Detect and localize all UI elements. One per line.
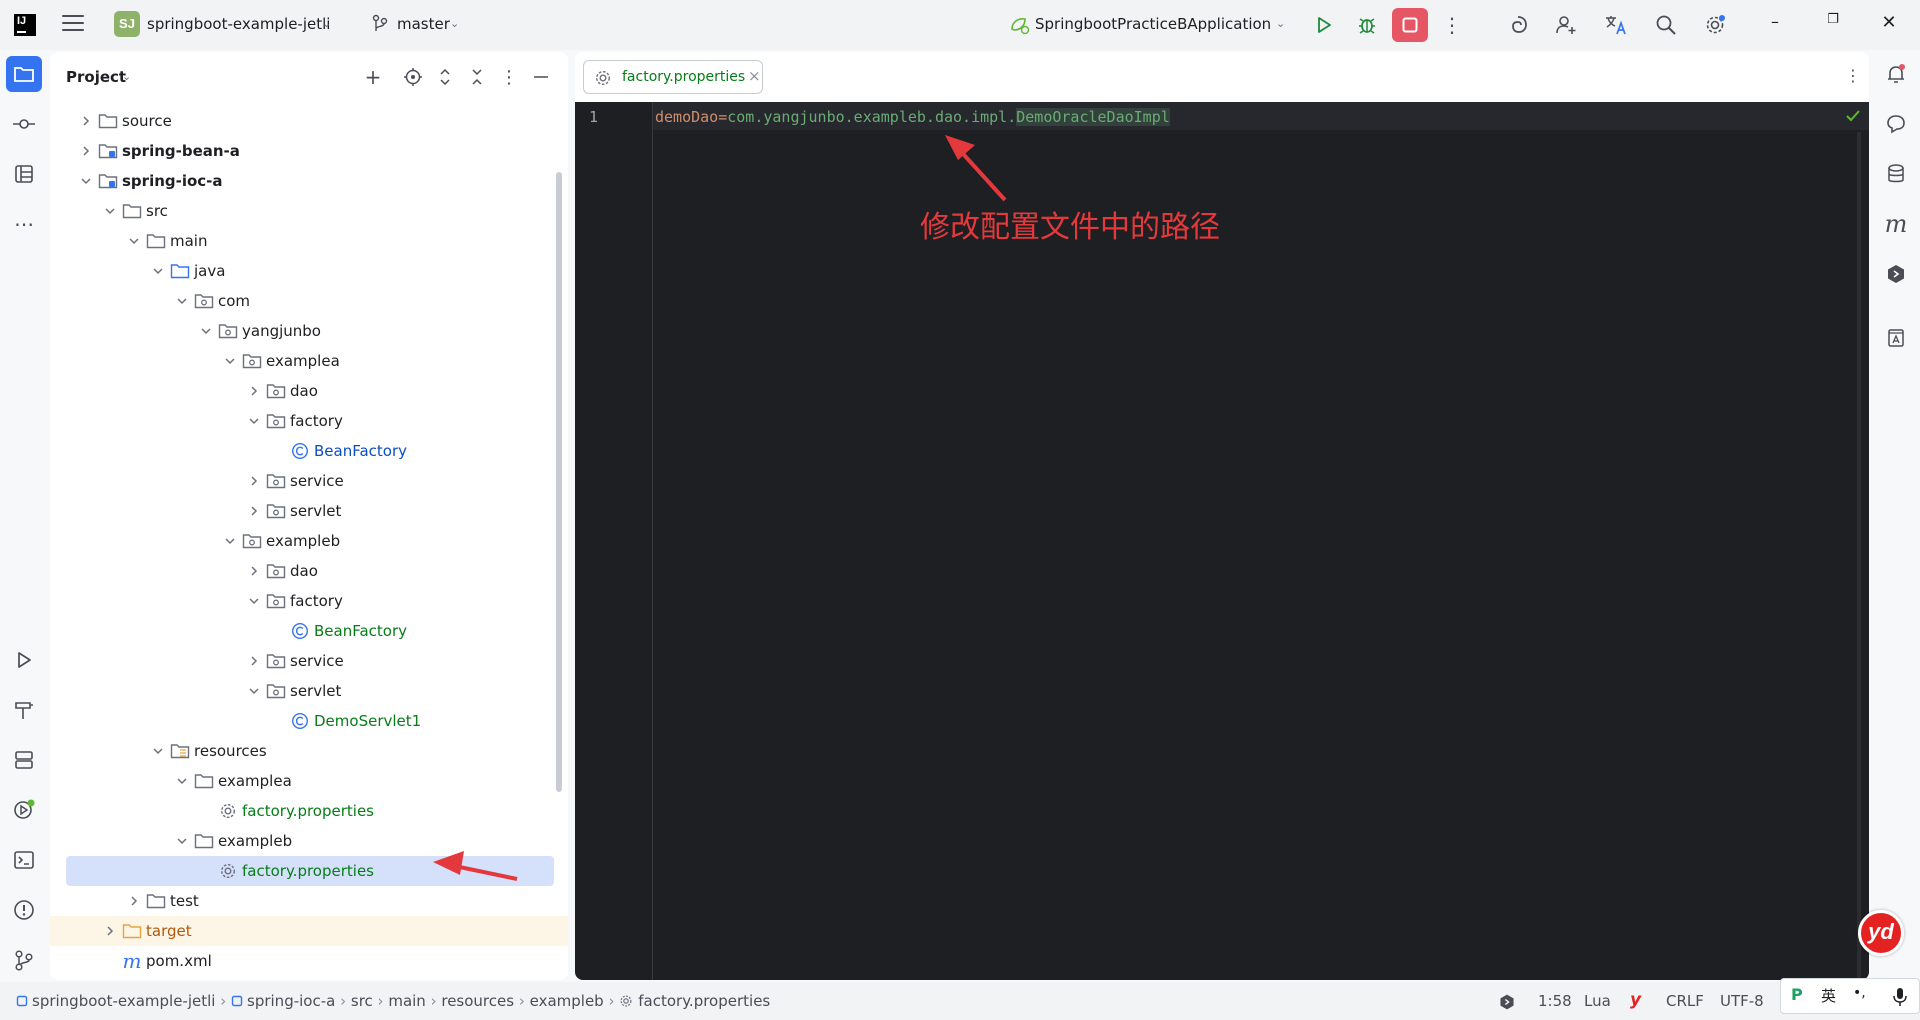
arrow-to-code-icon — [945, 135, 1007, 202]
plugin-status-icon[interactable] — [1498, 993, 1516, 1011]
breadcrumb-item[interactable]: src — [351, 992, 373, 1010]
file-language[interactable]: Lua — [1584, 992, 1611, 1010]
breadcrumb-item[interactable]: factory.properties — [638, 992, 770, 1010]
annotation-text: 修改配置文件中的路径 — [920, 210, 1220, 245]
youdao-floating-icon[interactable]: yd — [1858, 910, 1904, 956]
cursor-position[interactable]: 1:58 — [1538, 992, 1572, 1010]
module-icon — [16, 992, 32, 1010]
breadcrumb-item[interactable]: resources — [441, 992, 514, 1010]
breadcrumb-separator: › — [603, 992, 620, 1010]
properties-gear-icon — [619, 992, 638, 1010]
line-ending[interactable]: CRLF — [1666, 992, 1704, 1010]
breadcrumb-item[interactable]: exampleb — [530, 992, 604, 1010]
breadcrumb-item[interactable]: main — [388, 992, 425, 1010]
file-encoding[interactable]: UTF-8 — [1720, 992, 1764, 1010]
youdao-icon[interactable]: y — [1630, 990, 1641, 1010]
microphone-icon[interactable] — [1893, 987, 1907, 1007]
breadcrumb-separator: › — [335, 992, 351, 1010]
ime-logo-icon: P — [1791, 985, 1803, 1004]
breadcrumb-item[interactable]: springboot-example-jetli — [32, 992, 215, 1010]
breadcrumb-separator: › — [514, 992, 530, 1010]
ime-punctuation[interactable]: •, — [1853, 985, 1866, 1001]
breadcrumb-separator: › — [425, 992, 442, 1010]
breadcrumb-separator: › — [215, 992, 232, 1010]
module-icon — [231, 992, 247, 1010]
ime-toolbar[interactable]: P 英 •, — [1780, 978, 1920, 1014]
ime-language[interactable]: 英 — [1821, 985, 1836, 1006]
status-bar: springboot-example-jetli › spring-ioc-a … — [0, 982, 1920, 1020]
annotation-arrows — [433, 135, 1007, 881]
breadcrumb: springboot-example-jetli › spring-ioc-a … — [16, 992, 770, 1010]
arrow-to-selected-file-icon — [433, 851, 518, 881]
breadcrumb-separator: › — [372, 992, 389, 1010]
breadcrumb-item[interactable]: spring-ioc-a — [247, 992, 335, 1010]
